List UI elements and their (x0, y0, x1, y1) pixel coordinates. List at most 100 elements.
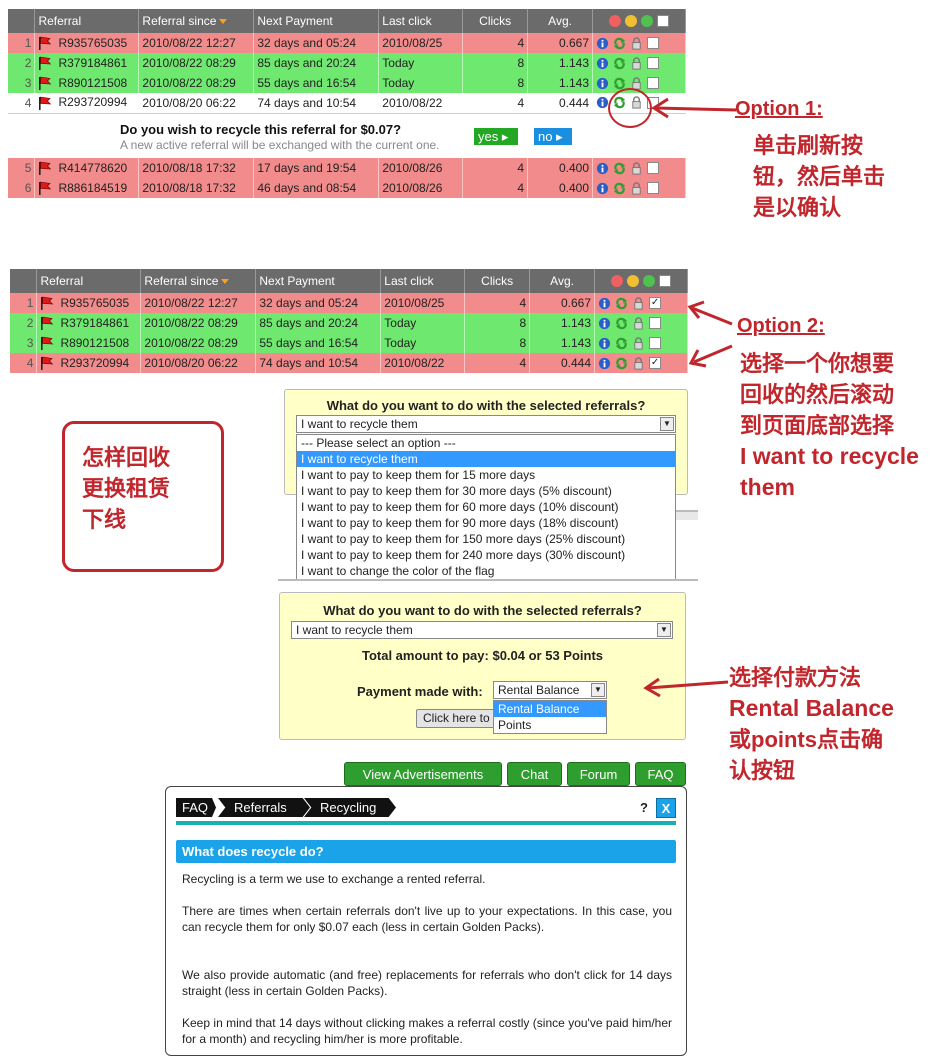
row-checkbox[interactable]: ✓ (649, 297, 662, 309)
recycle-icon[interactable] (613, 162, 626, 175)
view-advertisements-button[interactable]: View Advertisements (344, 762, 502, 786)
recycle-icon[interactable] (613, 37, 626, 50)
row-checkbox[interactable]: ✓ (649, 357, 662, 369)
col-clicks[interactable]: Clicks (462, 9, 529, 33)
col-next-payment[interactable]: Next Payment (255, 269, 382, 293)
info-icon[interactable] (598, 337, 611, 350)
referral-id-text[interactable]: R890121508 (58, 76, 127, 90)
forum-button[interactable]: Forum (567, 762, 630, 786)
flag-icon[interactable] (38, 161, 52, 176)
lock-icon[interactable] (632, 316, 645, 330)
col-referral[interactable]: Referral (36, 269, 142, 293)
row-checkbox[interactable] (647, 57, 660, 69)
chevron-down-icon[interactable]: ▼ (657, 623, 671, 637)
row-checkbox[interactable] (647, 77, 660, 89)
flag-icon[interactable] (40, 316, 54, 331)
payment-method-options[interactable]: Rental Balance Points (493, 700, 607, 734)
lock-icon[interactable] (632, 356, 645, 370)
green-dot-icon[interactable] (641, 15, 654, 27)
row-checkbox[interactable] (647, 162, 659, 174)
flag-icon[interactable] (38, 181, 52, 196)
lock-icon[interactable] (632, 296, 645, 310)
referral-id-text[interactable]: R890121508 (60, 336, 129, 350)
flag-icon[interactable] (38, 36, 52, 51)
col-avg[interactable]: Avg. (529, 269, 596, 293)
referral-id-text[interactable]: R293720994 (60, 356, 129, 370)
recycle-icon[interactable] (615, 317, 628, 330)
option-item[interactable]: I want to pay to keep them for 60 more d… (297, 499, 675, 515)
option-item[interactable]: I want to change the color of the flag (297, 563, 675, 579)
col-referral[interactable]: Referral (34, 9, 140, 33)
select-all-checkbox[interactable] (657, 15, 670, 27)
faq-button[interactable]: FAQ (635, 762, 686, 786)
option-item[interactable]: I want to pay to keep them for 15 more d… (297, 467, 675, 483)
option-item-selected[interactable]: I want to recycle them (297, 451, 675, 467)
flag-icon[interactable] (38, 76, 52, 91)
green-dot-icon[interactable] (643, 275, 656, 287)
chat-button[interactable]: Chat (507, 762, 562, 786)
recycle-icon[interactable] (615, 297, 628, 310)
help-icon[interactable]: ? (640, 800, 648, 815)
yellow-dot-icon[interactable] (627, 275, 640, 287)
breadcrumb-recycling[interactable]: Recycling (304, 798, 396, 817)
chevron-down-icon[interactable]: ▼ (591, 683, 605, 697)
lock-icon[interactable] (630, 56, 643, 70)
lock-icon[interactable] (632, 336, 645, 350)
payment-option-points[interactable]: Points (494, 717, 606, 733)
option-item[interactable]: --- Please select an option --- (297, 435, 675, 451)
action-select-2[interactable]: I want to recycle them ▼ (291, 621, 673, 639)
option-item[interactable]: I want to pay to keep them for 90 more d… (297, 515, 675, 531)
breadcrumb-faq[interactable]: FAQ (176, 798, 217, 817)
no-button[interactable]: no ▸ (534, 128, 572, 145)
flag-icon[interactable] (40, 296, 54, 311)
info-icon[interactable] (596, 57, 609, 70)
recycle-icon[interactable] (613, 57, 626, 70)
lock-icon[interactable] (630, 161, 643, 175)
flag-icon[interactable] (40, 356, 54, 371)
row-checkbox[interactable] (649, 337, 662, 349)
payment-option-rental[interactable]: Rental Balance (494, 701, 606, 717)
referral-id-text[interactable]: R379184861 (58, 56, 127, 70)
option-item[interactable]: I want to pay to keep them for 240 more … (297, 547, 675, 563)
select-all-checkbox[interactable] (659, 275, 672, 287)
row-checkbox[interactable] (649, 317, 662, 329)
option-item[interactable]: I want to pay to keep them for 150 more … (297, 531, 675, 547)
yes-button[interactable]: yes ▸ (474, 128, 518, 145)
info-icon[interactable] (598, 357, 611, 370)
row-checkbox[interactable] (647, 37, 660, 49)
referral-id-text[interactable]: R379184861 (60, 316, 129, 330)
yellow-dot-icon[interactable] (625, 15, 638, 27)
action-select[interactable]: I want to recycle them ▼ (296, 415, 676, 433)
col-referral-since[interactable]: Referral since (138, 9, 255, 33)
referral-id-text[interactable]: R935765035 (60, 296, 129, 310)
col-referral-since[interactable]: Referral since (140, 269, 257, 293)
payment-method-select[interactable]: Rental Balance ▼ (493, 681, 607, 699)
recycle-icon[interactable] (615, 357, 628, 370)
info-icon[interactable] (598, 297, 611, 310)
breadcrumb-referrals[interactable]: Referrals (218, 798, 310, 817)
referral-id-text[interactable]: R293720994 (58, 95, 127, 109)
action-options-list[interactable]: --- Please select an option --- I want t… (296, 434, 676, 580)
col-next-payment[interactable]: Next Payment (253, 9, 380, 33)
red-dot-icon[interactable] (609, 15, 622, 27)
referral-id-text[interactable]: R414778620 (58, 161, 127, 175)
flag-icon[interactable] (38, 56, 52, 71)
flag-icon[interactable] (38, 96, 52, 111)
lock-icon[interactable] (630, 181, 643, 195)
info-icon[interactable] (596, 162, 609, 175)
referral-id-text[interactable]: R886184519 (58, 181, 127, 195)
col-last-click[interactable]: Last click (378, 9, 464, 33)
info-icon[interactable] (596, 77, 609, 90)
col-last-click[interactable]: Last click (380, 269, 466, 293)
close-icon[interactable]: X (656, 798, 676, 818)
row-checkbox[interactable] (647, 182, 659, 194)
referral-id-text[interactable]: R935765035 (58, 36, 127, 50)
red-dot-icon[interactable] (611, 275, 624, 287)
lock-icon[interactable] (630, 36, 643, 50)
info-icon[interactable] (598, 317, 611, 330)
col-clicks[interactable]: Clicks (464, 269, 531, 293)
chevron-down-icon[interactable]: ▼ (660, 417, 674, 431)
flag-icon[interactable] (40, 336, 54, 351)
recycle-icon[interactable] (613, 182, 626, 195)
recycle-icon[interactable] (615, 337, 628, 350)
